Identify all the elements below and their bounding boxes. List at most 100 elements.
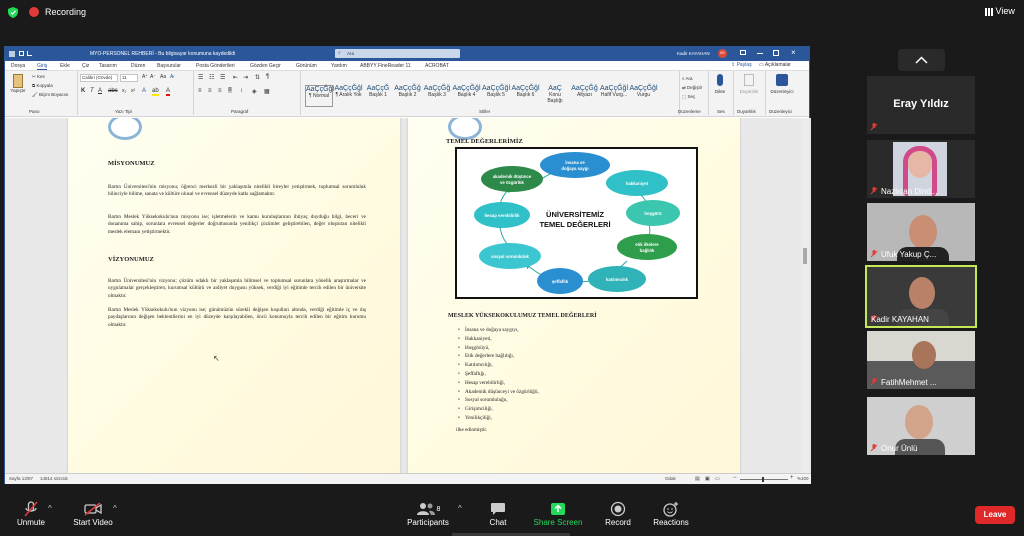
font-color-icon[interactable]: A	[166, 88, 171, 96]
format-painter-button[interactable]: 🖌 Biçim Boyacısı	[32, 92, 68, 98]
align-center-icon[interactable]: ≡	[208, 88, 212, 94]
read-mode-icon[interactable]: ▤	[695, 476, 700, 482]
tab-duzen[interactable]: Düzen	[131, 63, 145, 69]
maximize-icon[interactable]	[773, 50, 779, 56]
change-case-icon[interactable]: Aa	[160, 74, 166, 80]
caret-up-icon[interactable]: ^	[113, 504, 117, 513]
style-item[interactable]: AaÇçĞğl Başlık 5	[482, 85, 510, 107]
participants-button[interactable]: 8 Participants	[402, 500, 454, 527]
font-size-select[interactable]: 11	[120, 74, 138, 82]
document-area[interactable]: MİSYONUMUZ Bartın Üniversitesi'nin misyo…	[5, 118, 811, 473]
tab-ciz[interactable]: Çiz	[82, 63, 89, 69]
show-marks-icon[interactable]: ¶	[266, 74, 269, 80]
borders-icon[interactable]: ▦	[264, 88, 270, 95]
page-right[interactable]: TEMEL DEĞERLERİMİZ insana ve doğaya saygı…	[408, 118, 740, 473]
subscript-icon[interactable]: x₂	[122, 88, 126, 94]
replace-button[interactable]: ⇄ Değiştir	[682, 85, 702, 91]
style-item[interactable]: AaÇçĞğl ¶ Aralık Yok	[335, 85, 363, 107]
zoom-out-icon[interactable]: −	[733, 475, 737, 481]
bold-icon[interactable]: K	[81, 88, 85, 94]
tab-posta[interactable]: Posta Gönderileri	[196, 63, 235, 69]
participant-tile[interactable]: Ufuk Yakup Ç...	[867, 203, 975, 261]
zoom-in-icon[interactable]: +	[790, 475, 794, 481]
dictate-button[interactable]: Dikte	[711, 74, 729, 94]
superscript-icon[interactable]: x²	[131, 88, 135, 94]
numbering-icon[interactable]: ☷	[209, 74, 214, 81]
shrink-font-icon[interactable]: A⁻	[150, 74, 156, 80]
zoom-slider-thumb[interactable]	[762, 477, 764, 482]
tab-basvurular[interactable]: Başvurular	[157, 63, 181, 69]
strikethrough-icon[interactable]: abc	[108, 88, 118, 94]
participant-tile[interactable]: FatihMehmet ...	[867, 331, 975, 389]
participant-tile-active-speaker[interactable]: Kadir KAYAHAN	[865, 265, 977, 328]
print-layout-icon[interactable]: ▣	[705, 476, 710, 482]
participant-tile[interactable]: Eray Yıldız	[867, 76, 975, 134]
clear-format-icon[interactable]: A̷	[170, 74, 173, 80]
style-item[interactable]: AaÇçĞğl Başlık 6	[512, 85, 540, 107]
caret-up-icon[interactable]: ^	[48, 504, 52, 513]
reactions-button[interactable]: Reactions	[650, 500, 692, 527]
increase-indent-icon[interactable]: ⇥	[243, 74, 248, 81]
tab-ekle[interactable]: Ekle	[60, 63, 70, 69]
zoom-slider[interactable]	[740, 477, 788, 482]
style-item[interactable]: AaÇçĞğ Başlık 3	[423, 85, 451, 107]
ribbon-display-icon[interactable]	[740, 50, 746, 55]
style-item[interactable]: AaÇçĞğl Başlık 4	[453, 85, 481, 107]
tab-yardim[interactable]: Yardım	[331, 63, 347, 69]
underline-icon[interactable]: A	[98, 88, 102, 94]
line-spacing-icon[interactable]: ↕	[240, 88, 243, 94]
share-button[interactable]: ⇪ Paylaş	[731, 62, 752, 68]
style-item[interactable]: AaÇçĞ Başlık 1	[364, 85, 392, 107]
account-name[interactable]: Kadir KAYAHAN	[677, 51, 710, 56]
copy-button[interactable]: ⧉ Kopyala	[32, 83, 53, 88]
leave-button[interactable]: Leave	[975, 506, 1015, 524]
record-button[interactable]: Record	[600, 500, 636, 527]
unmute-button[interactable]: Unmute	[12, 500, 50, 527]
style-item[interactable]: AaÇçĞğ Altyazı	[571, 85, 599, 107]
tab-acrobat[interactable]: ACROBAT	[425, 63, 449, 69]
chat-button[interactable]: Chat	[480, 500, 516, 527]
tab-gozden-gecir[interactable]: Gözden Geçir	[250, 63, 281, 69]
grow-font-icon[interactable]: A⁺	[142, 74, 148, 80]
italic-icon[interactable]: T	[90, 88, 94, 94]
align-left-icon[interactable]: ≡	[198, 88, 202, 94]
tab-tasarim[interactable]: Tasarım	[99, 63, 117, 69]
minimize-icon[interactable]	[757, 53, 763, 54]
undo-icon[interactable]	[27, 51, 32, 56]
participant-tile[interactable]: Onur Ünlü	[867, 397, 975, 455]
style-item[interactable]: AaÇçĞğl Hafif Vurg...	[600, 85, 628, 107]
zoom-level[interactable]: %100	[797, 476, 809, 481]
gallery-scroll-up[interactable]	[898, 49, 945, 71]
focus-button[interactable]: Odak	[665, 476, 676, 481]
style-item[interactable]: AaÇçĞğ Başlık 2	[394, 85, 422, 107]
justify-icon[interactable]: ≡	[228, 87, 232, 93]
comments-button[interactable]: ▭ Açıklamalar	[759, 62, 791, 68]
tab-gorunum[interactable]: Görünüm	[296, 63, 317, 69]
tab-dosya[interactable]: Dosya	[11, 63, 25, 69]
style-item[interactable]: AaÇçĞğl Vurgu	[630, 85, 658, 107]
shading-icon[interactable]: ◈	[252, 88, 257, 95]
vertical-scrollbar[interactable]	[801, 118, 809, 473]
sort-icon[interactable]: ⇅	[255, 74, 260, 81]
save-icon[interactable]	[19, 51, 24, 56]
style-item[interactable]: AaÇçĞğl ¶ Normal	[305, 85, 334, 107]
share-screen-button[interactable]: Share Screen	[530, 500, 586, 527]
page-left[interactable]: MİSYONUMUZ Bartın Üniversitesi'nin misyo…	[68, 118, 400, 473]
avatar[interactable]: KK	[718, 49, 727, 58]
tab-abbyy[interactable]: ABBYY FineReader 11	[360, 63, 411, 69]
shield-icon[interactable]	[8, 7, 18, 18]
paste-button[interactable]: Yapıştır	[7, 74, 29, 93]
select-button[interactable]: ⬚ Seç	[682, 94, 695, 100]
text-effects-icon[interactable]: A	[142, 88, 146, 94]
decrease-indent-icon[interactable]: ⇤	[233, 74, 238, 81]
align-right-icon[interactable]: ≡	[218, 88, 222, 94]
close-icon[interactable]: ×	[791, 48, 796, 57]
participant-tile[interactable]: Nazlıcan Dind...	[867, 140, 975, 198]
cut-button[interactable]: ✂ Kes	[32, 74, 45, 80]
autosave-icon[interactable]	[9, 51, 15, 57]
bullets-icon[interactable]: ☰	[198, 74, 203, 81]
word-count[interactable]: 14814 sözcük	[40, 476, 68, 481]
page-count[interactable]: Sayfa 13/97	[9, 476, 33, 481]
tab-giris[interactable]: Giriş	[37, 63, 48, 70]
scrollbar-thumb[interactable]	[803, 248, 807, 264]
